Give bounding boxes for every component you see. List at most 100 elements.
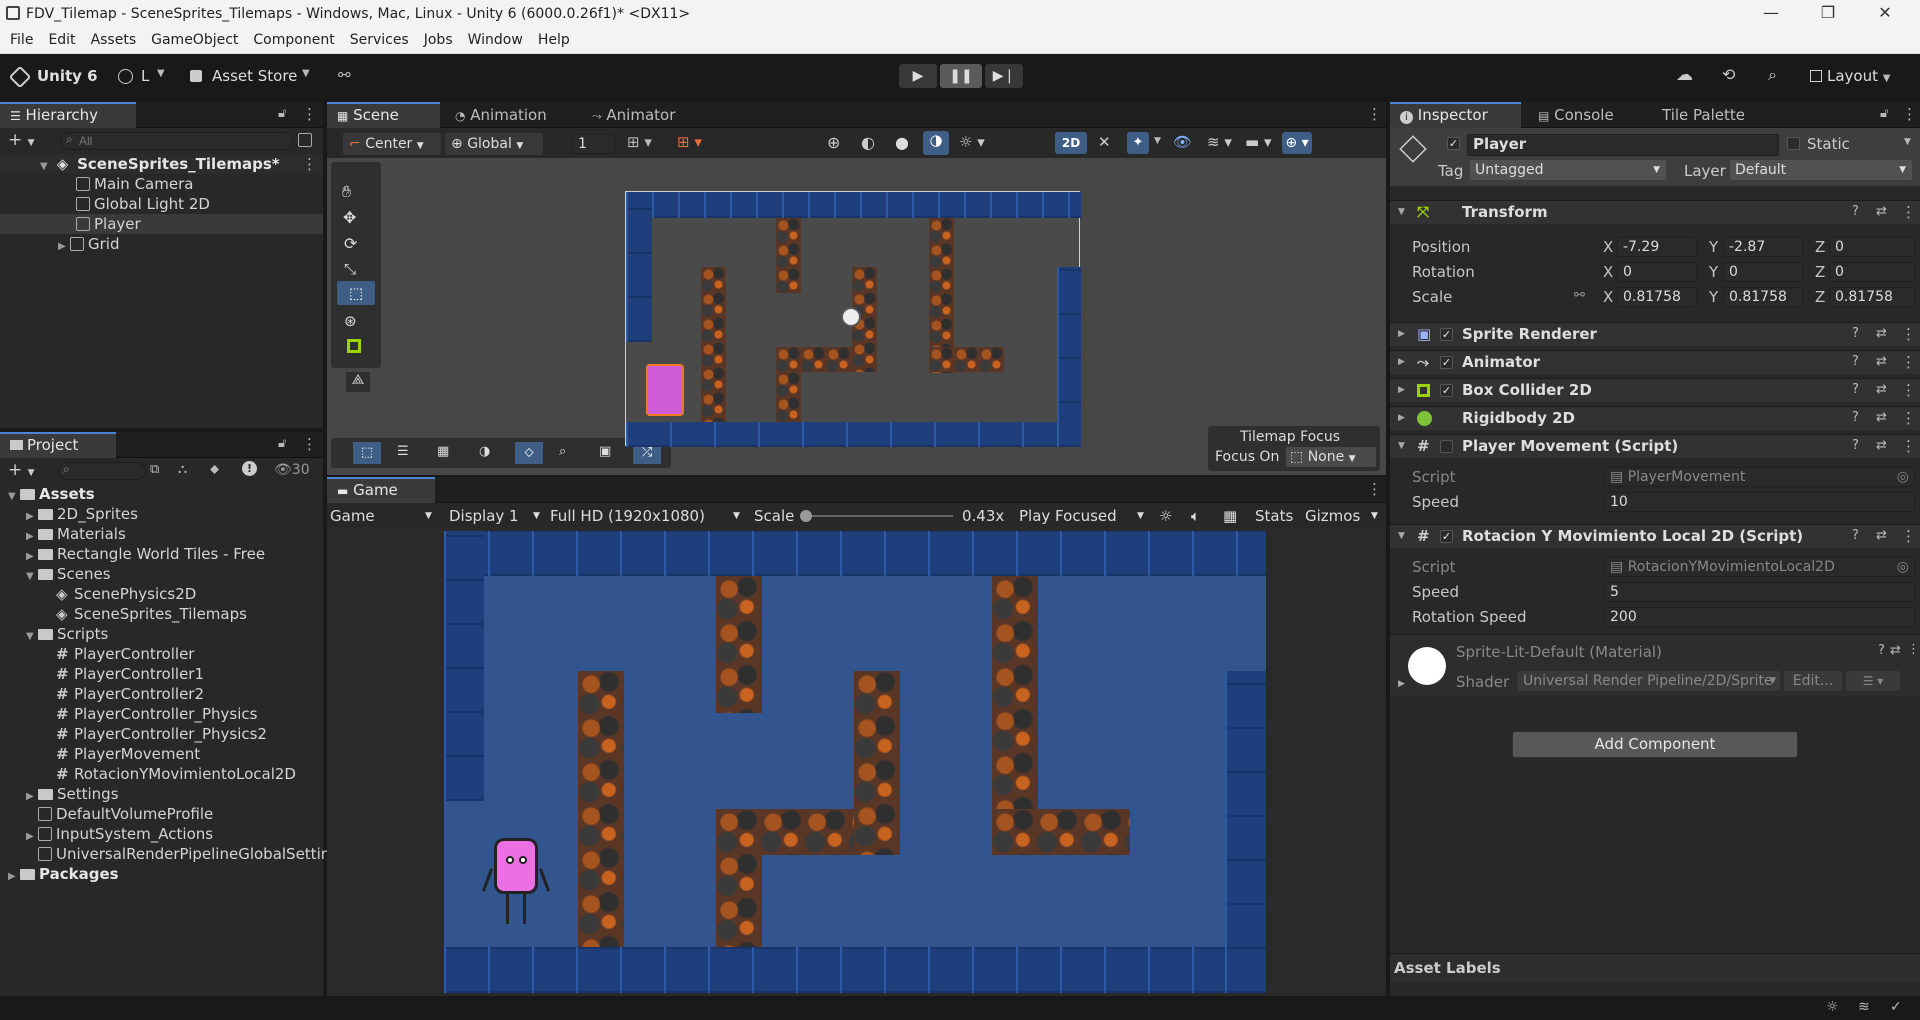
play-mode-dropdown[interactable]: Play Focused ▼ xyxy=(1019,504,1147,528)
debug-icon[interactable]: ☼ ▾ xyxy=(959,133,985,151)
scene-viewport[interactable]: ✋︎ ✥ ⟳ ⤡ ⬚ ⊛ ⟁ ⬚ ☰ ▦ ◑ ⬦ ⌕ ▣ ⤮ Tilemap F… xyxy=(327,158,1386,475)
more-options-icon[interactable]: ⋮ xyxy=(302,435,317,453)
hand-tool-icon[interactable]: ✋︎ xyxy=(342,182,351,202)
label-icon[interactable]: ⬥ xyxy=(210,462,219,477)
focus-dropdown[interactable]: ⬚ None ▼ xyxy=(1286,447,1376,467)
grid-snapping-icon[interactable]: ⊞ ▾ xyxy=(627,133,652,151)
position-y-input[interactable]: -2.87 xyxy=(1723,237,1803,257)
transform-header[interactable]: ▼ ⤧ Transform ? ⇄ ⋮ xyxy=(1390,200,1920,224)
constrain-proportions-icon[interactable]: ⚯ xyxy=(1574,288,1585,303)
layers-icon[interactable]: ≋ xyxy=(1858,999,1870,1015)
preset-icon[interactable]: ⇄ xyxy=(1890,643,1901,658)
lock-icon[interactable]: 🔓︎ xyxy=(278,436,286,451)
pivot-dropdown[interactable]: ⌐ Center ▼ xyxy=(343,133,441,155)
project-item[interactable]: ▶ Rectangle World Tiles - Free xyxy=(0,544,265,564)
lighting-icon[interactable]: ◑ xyxy=(923,131,949,155)
mute-audio-icon[interactable]: 🔈︎ xyxy=(1191,504,1200,528)
tab-console[interactable]: ▤ Console xyxy=(1528,102,1624,128)
rotation-z-input[interactable]: 0 xyxy=(1829,262,1915,282)
project-item[interactable]: ▶ InputSystem_Actions xyxy=(0,824,213,844)
cloud-icon[interactable]: ☁ xyxy=(1676,65,1693,85)
more-options-icon[interactable]: ⋮ xyxy=(1901,201,1916,223)
shader-options-button[interactable]: ☰ ▾ xyxy=(1846,671,1900,691)
scene-visibility-icon[interactable] xyxy=(298,133,312,147)
more-options-icon[interactable]: ⋮ xyxy=(302,154,317,174)
scene-player-selected[interactable] xyxy=(646,364,684,416)
lock-icon[interactable]: 🔓︎ xyxy=(278,106,286,121)
render-mode-icon[interactable]: ◐ xyxy=(861,133,875,152)
project-item[interactable]: # PlayerController_Physics2 xyxy=(0,724,267,744)
rotation-speed-input[interactable]: 200 xyxy=(1604,607,1915,627)
box-collider-enabled-checkbox[interactable]: ✓ xyxy=(1440,384,1453,397)
project-item[interactable]: # PlayerMovement xyxy=(0,744,200,764)
tab-animator[interactable]: ⤳ Animator xyxy=(582,102,685,128)
account-button[interactable]: L xyxy=(141,67,149,85)
custom-tool-icon[interactable]: ⟁ xyxy=(346,372,370,392)
rotacion-speed-input[interactable]: 5 xyxy=(1604,582,1915,602)
more-options-icon[interactable]: ⋮ xyxy=(1367,105,1382,123)
project-item[interactable]: ▶ 2D_Sprites xyxy=(0,504,138,524)
picker-tool-icon[interactable]: ⬦ xyxy=(515,442,543,464)
tab-project[interactable]: Project xyxy=(0,432,116,458)
menu-services[interactable]: Services xyxy=(341,29,415,48)
box-collider-header[interactable]: ▶ ✓ Box Collider 2D ? ⇄ ⋮ xyxy=(1390,378,1920,402)
step-button[interactable]: ▶❘ xyxy=(985,64,1023,88)
project-item[interactable]: UniversalRenderPipelineGlobalSettings xyxy=(0,844,348,864)
chevron-down-icon[interactable]: ▼ xyxy=(1904,137,1911,147)
add-component-button[interactable]: Add Component xyxy=(1512,731,1798,758)
help-icon[interactable]: ? xyxy=(1852,201,1859,223)
project-item[interactable]: # PlayerController2 xyxy=(0,684,204,704)
hierarchy-item-grid[interactable]: ▶ Grid xyxy=(0,234,119,254)
visibility-icon[interactable]: 👁︎ xyxy=(1173,133,1192,151)
select-tool-icon[interactable]: ⬚ xyxy=(353,442,381,464)
position-x-input[interactable]: -7.29 xyxy=(1617,237,1697,257)
help-icon[interactable]: ? xyxy=(1852,407,1859,429)
animator-enabled-checkbox[interactable]: ✓ xyxy=(1440,356,1453,369)
game-viewport[interactable] xyxy=(327,528,1386,996)
project-item[interactable]: # PlayerController1 xyxy=(0,664,204,684)
move-tile-icon[interactable]: ☰ xyxy=(397,444,409,459)
gizmos-icon[interactable]: ⊕ ▾ xyxy=(1282,132,1312,154)
asset-store-button[interactable]: Asset Store xyxy=(212,67,297,85)
display-dropdown[interactable]: Display 1 ▼ xyxy=(449,504,545,528)
menu-help[interactable]: Help xyxy=(529,29,576,48)
asset-labels-bar[interactable]: Asset Labels xyxy=(1390,953,1920,982)
grid-size-input[interactable]: 1 xyxy=(572,134,616,154)
rotation-y-input[interactable]: 0 xyxy=(1723,262,1803,282)
project-item[interactable]: ◈ SceneSprites_Tilemaps xyxy=(0,604,247,624)
scale-z-input[interactable]: 0.81758 xyxy=(1829,287,1915,307)
audio-icon[interactable]: ✕ xyxy=(1098,133,1111,151)
minimize-icon[interactable]: — xyxy=(1748,3,1794,22)
tag-dropdown[interactable]: Untagged ▼ xyxy=(1470,160,1666,180)
expand-arrow-icon[interactable]: ▶ xyxy=(58,237,70,257)
help-icon[interactable]: ? xyxy=(1878,643,1885,658)
project-search-input[interactable] xyxy=(58,462,146,480)
more-options-icon[interactable]: ⋮ xyxy=(1367,480,1382,498)
rotacion-enabled-checkbox[interactable]: ✓ xyxy=(1440,530,1453,543)
more-options-icon[interactable]: ⋮ xyxy=(1901,379,1916,401)
help-icon[interactable]: ? xyxy=(1852,379,1859,401)
history-icon[interactable]: ⟲ xyxy=(1722,65,1735,84)
preset-icon[interactable]: ⇄ xyxy=(1876,351,1887,373)
menu-file[interactable]: File xyxy=(0,29,39,48)
player-movement-enabled-checkbox[interactable] xyxy=(1440,440,1453,453)
project-item[interactable]: ▶ Packages xyxy=(0,864,119,884)
menu-edit[interactable]: Edit xyxy=(39,29,81,48)
tab-animation[interactable]: ◔ Animation xyxy=(445,102,557,128)
player-movement-header[interactable]: ▼ # Player Movement (Script) ? ⇄ ⋮ xyxy=(1390,434,1920,458)
layer-dropdown[interactable]: Default ▼ xyxy=(1730,160,1912,180)
sprite-renderer-enabled-checkbox[interactable]: ✓ xyxy=(1440,328,1453,341)
camera-icon[interactable]: ▬ ▾ xyxy=(1245,133,1271,151)
layout-dropdown[interactable]: Layout ▼ xyxy=(1810,64,1915,88)
project-item[interactable]: ◈ ScenePhysics2D xyxy=(0,584,196,604)
menu-gameobject[interactable]: GameObject xyxy=(142,29,244,48)
help-icon[interactable]: ? xyxy=(1852,323,1859,345)
2d-toggle-button[interactable]: 2D xyxy=(1055,132,1087,154)
version-control-icon[interactable]: ⚯ xyxy=(338,66,351,84)
transform-tool-icon[interactable]: ⊛ xyxy=(344,312,357,330)
hierarchy-item-main-camera[interactable]: Main Camera xyxy=(0,174,193,194)
effects-icon[interactable]: ✦ xyxy=(1127,132,1149,154)
project-item[interactable]: # PlayerController_Physics xyxy=(0,704,257,724)
search-by-type-icon[interactable]: ⧉ xyxy=(150,462,159,477)
collider-edit-icon[interactable] xyxy=(347,339,361,353)
